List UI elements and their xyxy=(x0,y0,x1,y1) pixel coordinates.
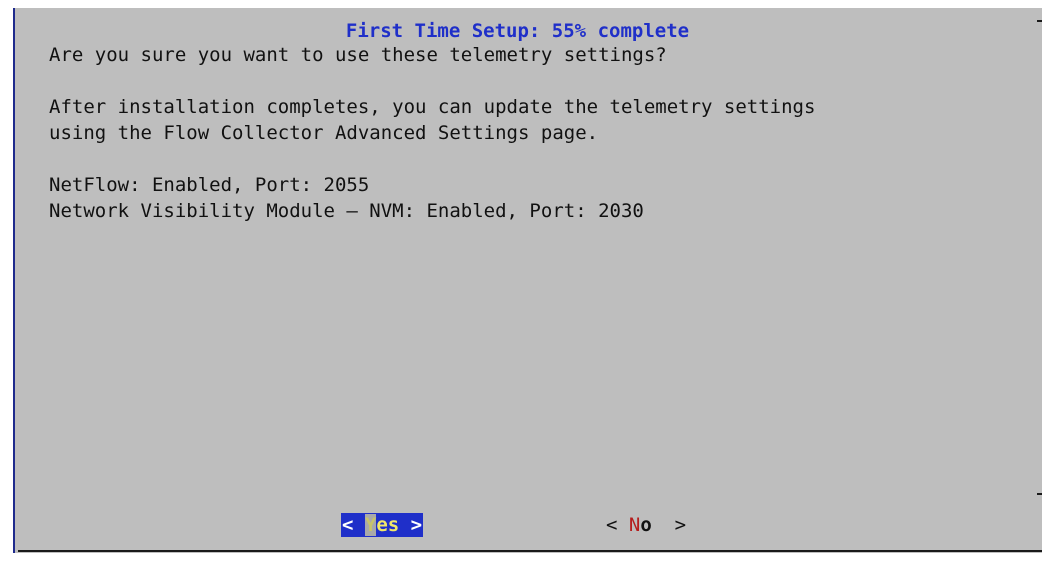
yes-button[interactable]: < Yes > xyxy=(341,513,424,537)
no-button-close-bracket: > xyxy=(651,514,687,536)
yes-button-close-bracket: > xyxy=(399,514,423,536)
dialog-box: First Time Setup: 55% complete Are you s… xyxy=(13,8,1042,553)
dialog-info-line-2: using the Flow Collector Advanced Settin… xyxy=(49,122,599,144)
dialog-title: First Time Setup: 55% complete xyxy=(345,20,690,42)
no-button-hotkey: N xyxy=(628,514,641,536)
nvm-setting: Network Visibility Module – NVM: Enabled… xyxy=(49,200,644,222)
no-button-label: o xyxy=(640,514,652,536)
netflow-setting: NetFlow: Enabled, Port: 2055 xyxy=(49,174,370,196)
yes-button-label: es xyxy=(376,514,400,536)
dialog-bottom-right-tick xyxy=(1037,493,1042,495)
yes-button-open-bracket: < xyxy=(342,514,365,536)
no-button[interactable]: < No > xyxy=(606,513,686,537)
dialog-question: Are you sure you want to use these telem… xyxy=(49,44,667,66)
no-button-open-bracket: < xyxy=(606,514,629,536)
dialog-left-border xyxy=(13,8,15,553)
dialog-info-line-1: After installation completes, you can up… xyxy=(49,96,816,118)
yes-button-hotkey: Y xyxy=(364,514,377,536)
dialog-top-right-tick xyxy=(1037,20,1042,22)
dialog-bottom-border xyxy=(18,550,1042,552)
